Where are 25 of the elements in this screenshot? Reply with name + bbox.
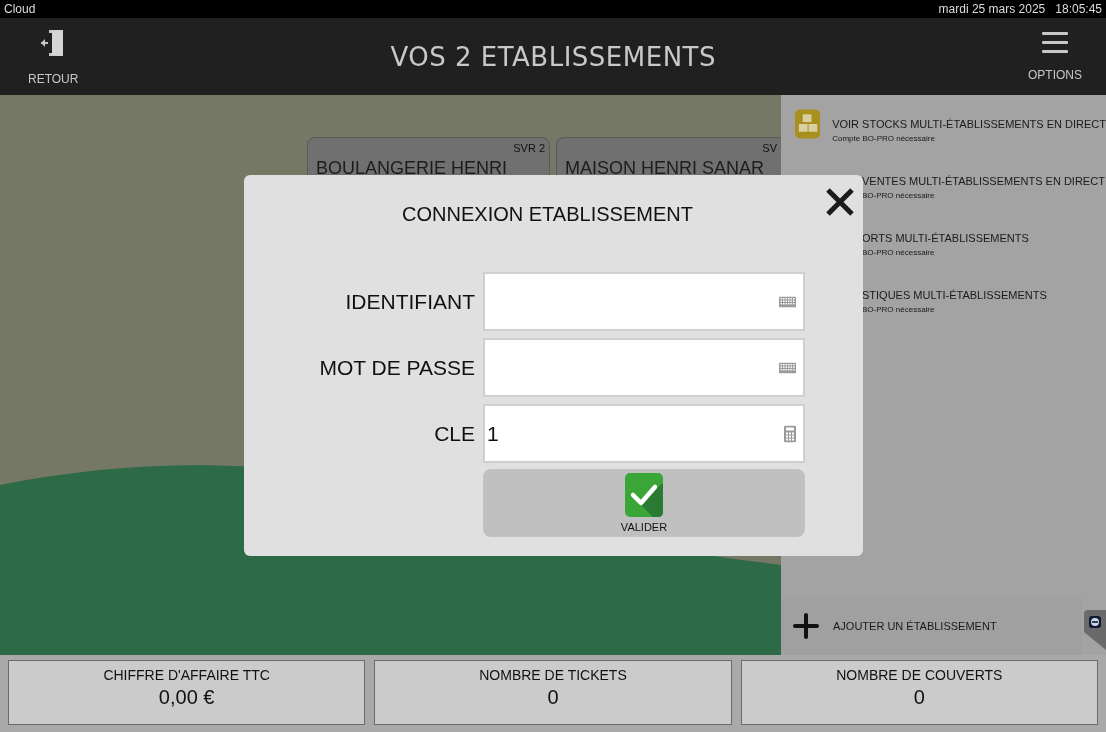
menu-item-title: STIQUES MULTI-ÉTABLISSEMENTS: [862, 289, 1047, 301]
stat-label: NOMBRE DE COUVERTS: [836, 667, 1003, 683]
dialog-title: CONNEXION ETABLISSEMENT: [402, 203, 693, 226]
field-label: IDENTIFIANT: [345, 289, 475, 314]
stat-label: CHIFFRE D'AFFAIRE TTC: [103, 667, 270, 683]
stat-value: 0: [913, 686, 925, 709]
stat-value: 0,00 €: [158, 686, 215, 709]
field-label: MOT DE PASSE: [319, 355, 475, 380]
card-name: MAISON HENRI SANAR: [564, 158, 766, 179]
card-name: BOULANGERIE HENRI: [315, 158, 509, 179]
server-label: SV: [762, 142, 777, 154]
menu-item-note: BO-PRO nécessaire: [862, 191, 936, 200]
page-title: VOS 2 ETABLISSEMENTS: [390, 41, 716, 72]
menu-item-title: VOIR STOCKS MULTI-ÉTABLISSEMENTS EN DIRECT: [832, 118, 1106, 130]
field-label: CLE: [434, 421, 475, 446]
stat-value: 0: [547, 686, 559, 709]
menu-item-note: BO-PRO nécessaire: [862, 248, 936, 257]
app-name: Cloud: [4, 2, 36, 16]
stat-label: NOMBRE DE TICKETS: [479, 667, 627, 683]
server-label: SVR 2: [513, 142, 545, 154]
menu-item-title: VENTES MULTI-ÉTABLISSEMENTS EN DIRECT: [862, 175, 1105, 187]
date-time: mardi 25 mars 2025 18:05:45: [938, 2, 1102, 16]
menu-item-title: ORTS MULTI-ÉTABLISSEMENTS: [862, 232, 1029, 244]
menu-item-note: Compte BO-PRO nécessaire: [832, 134, 936, 143]
menu-item-note: BO-PRO nécessaire: [862, 305, 936, 314]
